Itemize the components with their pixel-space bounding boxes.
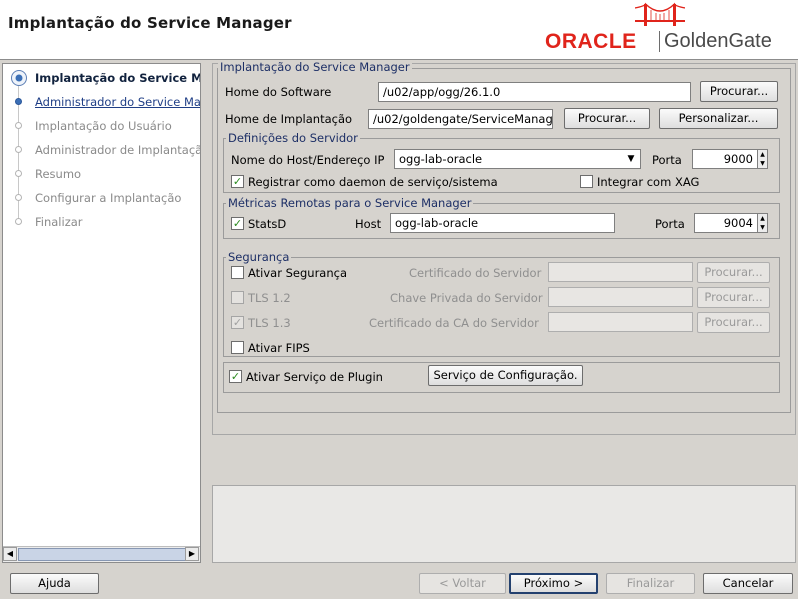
- tls13-checkbox: ✓: [231, 316, 244, 329]
- deployment-home-browse-button[interactable]: Procurar...: [564, 108, 650, 129]
- spin-down-icon[interactable]: ▼: [758, 223, 767, 232]
- page-title: Implantação do Service Manager: [8, 14, 292, 32]
- xag-checkbox[interactable]: [580, 175, 593, 188]
- metrics-host-input[interactable]: ogg-lab-oracle: [390, 213, 615, 233]
- server-port-label: Porta: [652, 153, 682, 167]
- scroll-right-arrow-icon[interactable]: ▶: [185, 547, 199, 561]
- step-pending-icon: [15, 122, 22, 129]
- fips-label: Ativar FIPS: [248, 341, 310, 355]
- ca-cert-browse-button: Procurar...: [697, 312, 770, 333]
- cancel-button[interactable]: Cancelar: [703, 573, 793, 594]
- current-step-icon: [11, 70, 27, 86]
- metrics-port-spinner[interactable]: ▲ ▼: [757, 213, 768, 233]
- server-cert-label: Certificado do Servidor: [409, 266, 542, 280]
- server-port-input[interactable]: 9000: [692, 149, 758, 169]
- step-user-deployment: Implantação do Usuário: [35, 119, 172, 133]
- step-service-manager-admin[interactable]: Administrador do Service Manager: [35, 95, 200, 109]
- step-pending-icon: [15, 146, 22, 153]
- enable-security-checkbox[interactable]: [231, 266, 244, 279]
- step-done-icon: [15, 98, 22, 105]
- server-cert-input: [548, 262, 693, 282]
- oracle-logo: ORACLE: [545, 30, 637, 53]
- step-configure-deployment: Configurar a Implantação: [35, 191, 182, 205]
- scroll-left-arrow-icon[interactable]: ◀: [3, 547, 17, 561]
- scrollbar-thumb[interactable]: [18, 548, 186, 561]
- server-key-browse-button: Procurar...: [697, 287, 770, 308]
- spin-up-icon[interactable]: ▲: [758, 150, 767, 159]
- plugin-label: Ativar Serviço de Plugin: [246, 370, 383, 384]
- wizard-steps-panel: [2, 63, 201, 563]
- server-port-spinner[interactable]: ▲ ▼: [757, 149, 768, 169]
- spin-up-icon[interactable]: ▲: [758, 214, 767, 223]
- chevron-down-icon[interactable]: ▼: [622, 150, 640, 168]
- configuration-service-button[interactable]: Serviço de Configuração.: [428, 365, 583, 386]
- step-pending-icon: [15, 194, 22, 201]
- goldengate-logo: GoldenGate: [664, 30, 772, 52]
- host-combobox[interactable]: ogg-lab-oracle: [394, 149, 641, 169]
- service-manager-group-title: Implantação do Service Manager: [218, 60, 412, 74]
- xag-label: Integrar com XAG: [597, 175, 700, 189]
- step-pending-icon: [15, 218, 22, 225]
- metrics-host-label: Host: [355, 217, 382, 231]
- step-deployment-admin: Administrador de Implantação: [35, 143, 200, 157]
- enable-security-label: Ativar Segurança: [248, 266, 348, 280]
- server-cert-browse-button: Procurar...: [697, 262, 770, 283]
- deployment-home-input[interactable]: /u02/goldengate/ServiceManager: [368, 109, 553, 129]
- fips-checkbox[interactable]: [231, 341, 244, 354]
- ca-cert-label: Certificado da CA do Servidor: [369, 316, 539, 330]
- message-area: [212, 485, 796, 563]
- logo-divider: [659, 31, 660, 52]
- deployment-home-label: Home de Implantação: [225, 112, 353, 126]
- step-pending-icon: [15, 170, 22, 177]
- plugin-checkbox[interactable]: ✓: [229, 370, 242, 383]
- server-key-input: [548, 287, 693, 307]
- next-button[interactable]: Próximo >: [509, 573, 598, 594]
- server-key-label: Chave Privada do Servidor: [390, 291, 543, 305]
- host-label: Nome do Host/Endereço IP: [231, 153, 385, 167]
- tls13-label: TLS 1.3: [248, 316, 291, 330]
- finish-button: Finalizar: [606, 573, 695, 594]
- software-home-browse-button[interactable]: Procurar...: [700, 81, 778, 102]
- server-settings-title: Definições do Servidor: [226, 131, 360, 145]
- software-home-label: Home do Software: [225, 85, 332, 99]
- spin-down-icon[interactable]: ▼: [758, 159, 767, 168]
- daemon-label: Registrar como daemon de serviço/sistema: [248, 175, 498, 189]
- step-service-manager-deployment[interactable]: Implantação do Service Manager: [35, 71, 200, 85]
- help-button[interactable]: Ajuda: [10, 573, 99, 594]
- remote-metrics-title: Métricas Remotas para o Service Manager: [226, 196, 474, 210]
- software-home-input[interactable]: /u02/app/ogg/26.1.0: [378, 82, 691, 102]
- tls12-label: TLS 1.2: [248, 291, 291, 305]
- statsd-label: StatsD: [248, 217, 287, 231]
- tls12-checkbox: [231, 291, 244, 304]
- security-title: Segurança: [226, 250, 292, 264]
- step-summary: Resumo: [35, 167, 82, 181]
- customize-button[interactable]: Personalizar...: [659, 108, 778, 129]
- back-button: < Voltar: [419, 573, 506, 594]
- metrics-port-label: Porta: [655, 217, 685, 231]
- step-finish: Finalizar: [35, 215, 83, 229]
- ca-cert-input: [548, 312, 693, 332]
- golden-gate-bridge-icon: [635, 2, 685, 26]
- daemon-checkbox[interactable]: ✓: [231, 175, 244, 188]
- metrics-port-input[interactable]: 9004: [694, 213, 758, 233]
- statsd-checkbox[interactable]: ✓: [231, 217, 244, 230]
